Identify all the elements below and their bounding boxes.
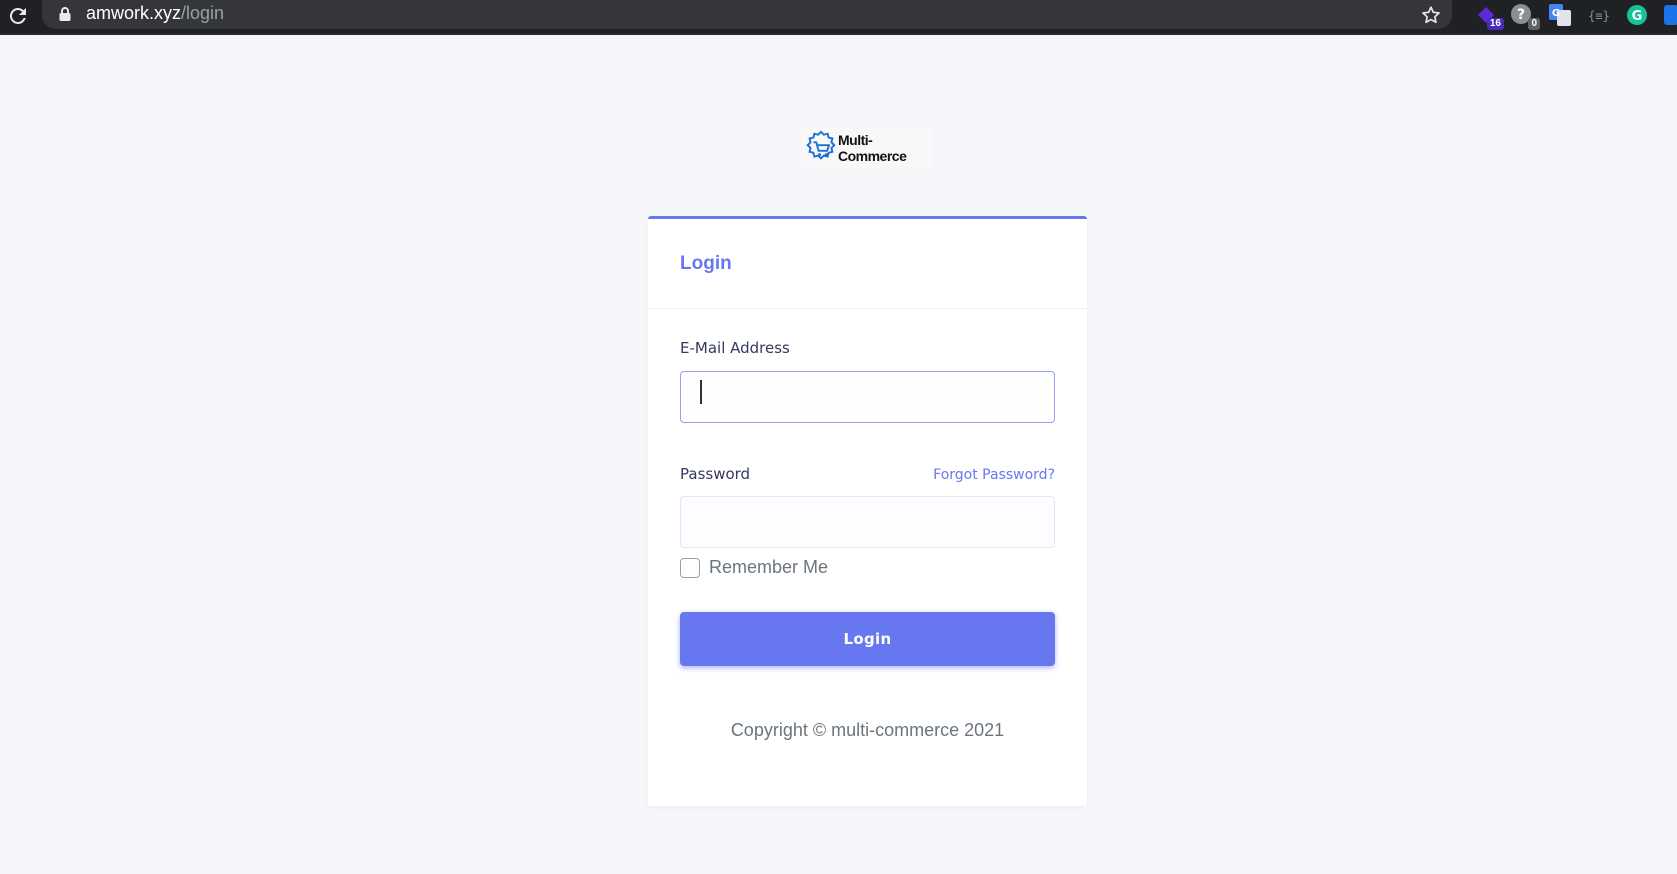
email-label: E-Mail Address	[680, 339, 790, 357]
brackets-icon: {≡}	[1588, 9, 1610, 23]
login-card: Login E-Mail Address Password Forgot Pas…	[648, 216, 1087, 806]
ext-help-icon[interactable]: ? 0	[1510, 3, 1540, 30]
ext-partial-icon	[1664, 5, 1677, 25]
google-translate-icon[interactable]: G	[1548, 3, 1572, 27]
url-path: /login	[181, 3, 225, 23]
ext-brackets-icon[interactable]: {≡}	[1587, 3, 1611, 27]
password-label: Password	[680, 465, 751, 483]
login-button[interactable]: Login	[680, 612, 1055, 666]
svg-text:G: G	[1632, 9, 1643, 24]
remember-me-row[interactable]: Remember Me	[680, 557, 1055, 578]
translate-icon: G	[1549, 4, 1571, 26]
svg-text:{≡}: {≡}	[1588, 9, 1610, 23]
browser-toolbar: amwork.xyz/login 16 ? 0 G {≡} G	[0, 0, 1677, 35]
ext-purple-icon[interactable]: 16	[1474, 3, 1504, 30]
grammarly-icon[interactable]: G	[1625, 3, 1649, 27]
email-field[interactable]	[680, 371, 1055, 423]
ext-badge: 16	[1486, 18, 1504, 30]
password-label-row: Password Forgot Password?	[680, 465, 1055, 483]
remember-me-checkbox[interactable]	[680, 557, 700, 578]
card-title: Login	[680, 253, 732, 274]
remember-me-label[interactable]: Remember Me	[709, 557, 828, 578]
copyright-text: Copyright © multi-commerce 2021	[730, 720, 1005, 740]
grammarly-icon: G	[1627, 5, 1647, 25]
url-text: amwork.xyz/login	[86, 3, 224, 24]
svg-text:G: G	[1552, 8, 1560, 19]
brand-name: Multi-Commerce	[838, 132, 907, 164]
password-field[interactable]	[680, 496, 1055, 548]
bookmark-star-icon[interactable]	[1420, 4, 1442, 26]
reload-icon[interactable]	[6, 4, 30, 28]
brand-logo: Multi-Commerce	[802, 128, 932, 168]
cart-badge-icon	[806, 130, 836, 160]
card-header: Login	[648, 219, 1087, 309]
svg-text:?: ?	[1517, 7, 1525, 23]
forgot-password-link[interactable]: Forgot Password?	[933, 467, 1055, 483]
lock-icon	[59, 7, 71, 21]
url-host: amwork.xyz	[86, 3, 182, 23]
login-form: E-Mail Address Password Forgot Password?…	[648, 309, 1087, 741]
address-bar[interactable]: amwork.xyz/login	[42, 0, 1452, 29]
ext-partial-icon[interactable]	[1662, 3, 1677, 27]
text-caret	[700, 380, 702, 404]
ext-badge: 0	[1528, 18, 1540, 30]
